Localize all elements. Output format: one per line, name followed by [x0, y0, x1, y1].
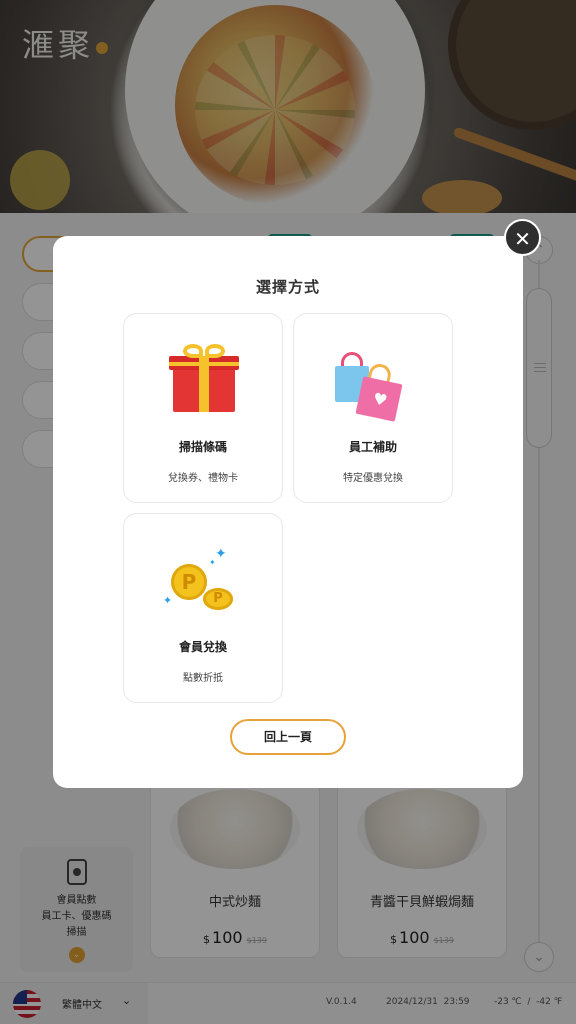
option-desc: 兌換券、禮物卡	[168, 473, 238, 484]
gift-icon	[163, 342, 243, 422]
modal-title: 選擇方式	[255, 278, 320, 296]
points-coins-icon: P P ✦ ✦ ✦	[163, 542, 243, 622]
close-icon[interactable]: ✕	[504, 219, 541, 256]
option-desc: 特定優惠兌換	[343, 473, 403, 484]
option-label: 員工補助	[348, 440, 397, 454]
shopping-bags-icon: ♥	[333, 342, 413, 422]
option-member-redeem[interactable]: P P ✦ ✦ ✦ 會員兌換 點數折抵	[123, 513, 283, 703]
back-button[interactable]: 回上一頁	[230, 719, 346, 755]
option-employee-subsidy[interactable]: ♥ 員工補助 特定優惠兌換	[293, 313, 453, 503]
option-desc: 點數折抵	[183, 673, 223, 684]
option-label: 掃描條碼	[178, 440, 227, 454]
option-scan-barcode[interactable]: 掃描條碼 兌換券、禮物卡	[123, 313, 283, 503]
select-method-modal: 選擇方式 掃描條碼 兌換券、禮物卡 ♥ 員工補助 特定優惠兌換 P P ✦ ✦	[53, 236, 523, 788]
option-label: 會員兌換	[178, 640, 227, 654]
